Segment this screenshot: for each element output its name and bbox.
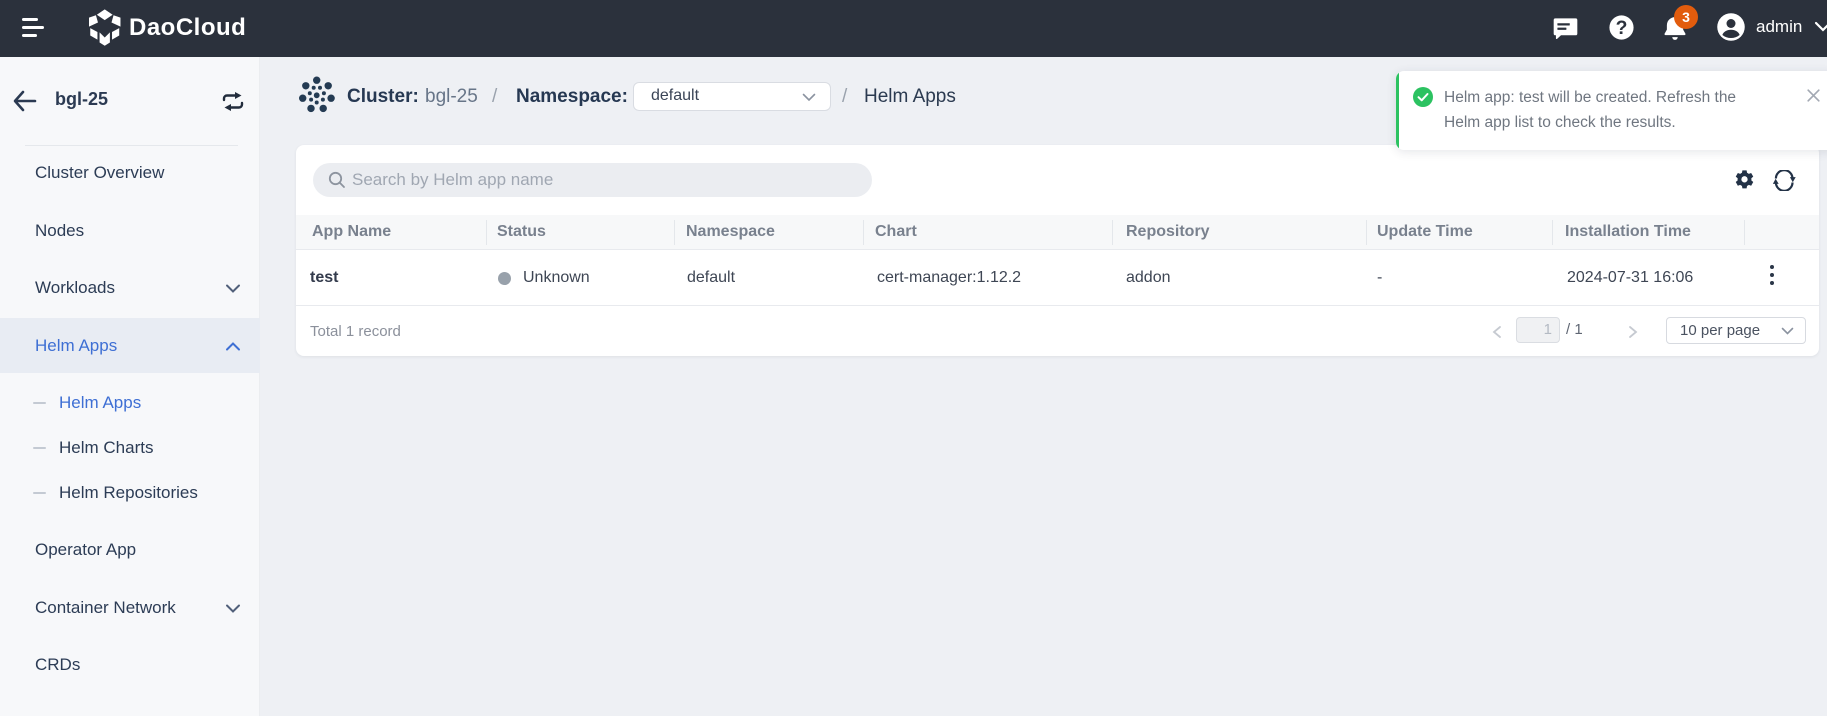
svg-text:?: ?: [1616, 18, 1628, 39]
